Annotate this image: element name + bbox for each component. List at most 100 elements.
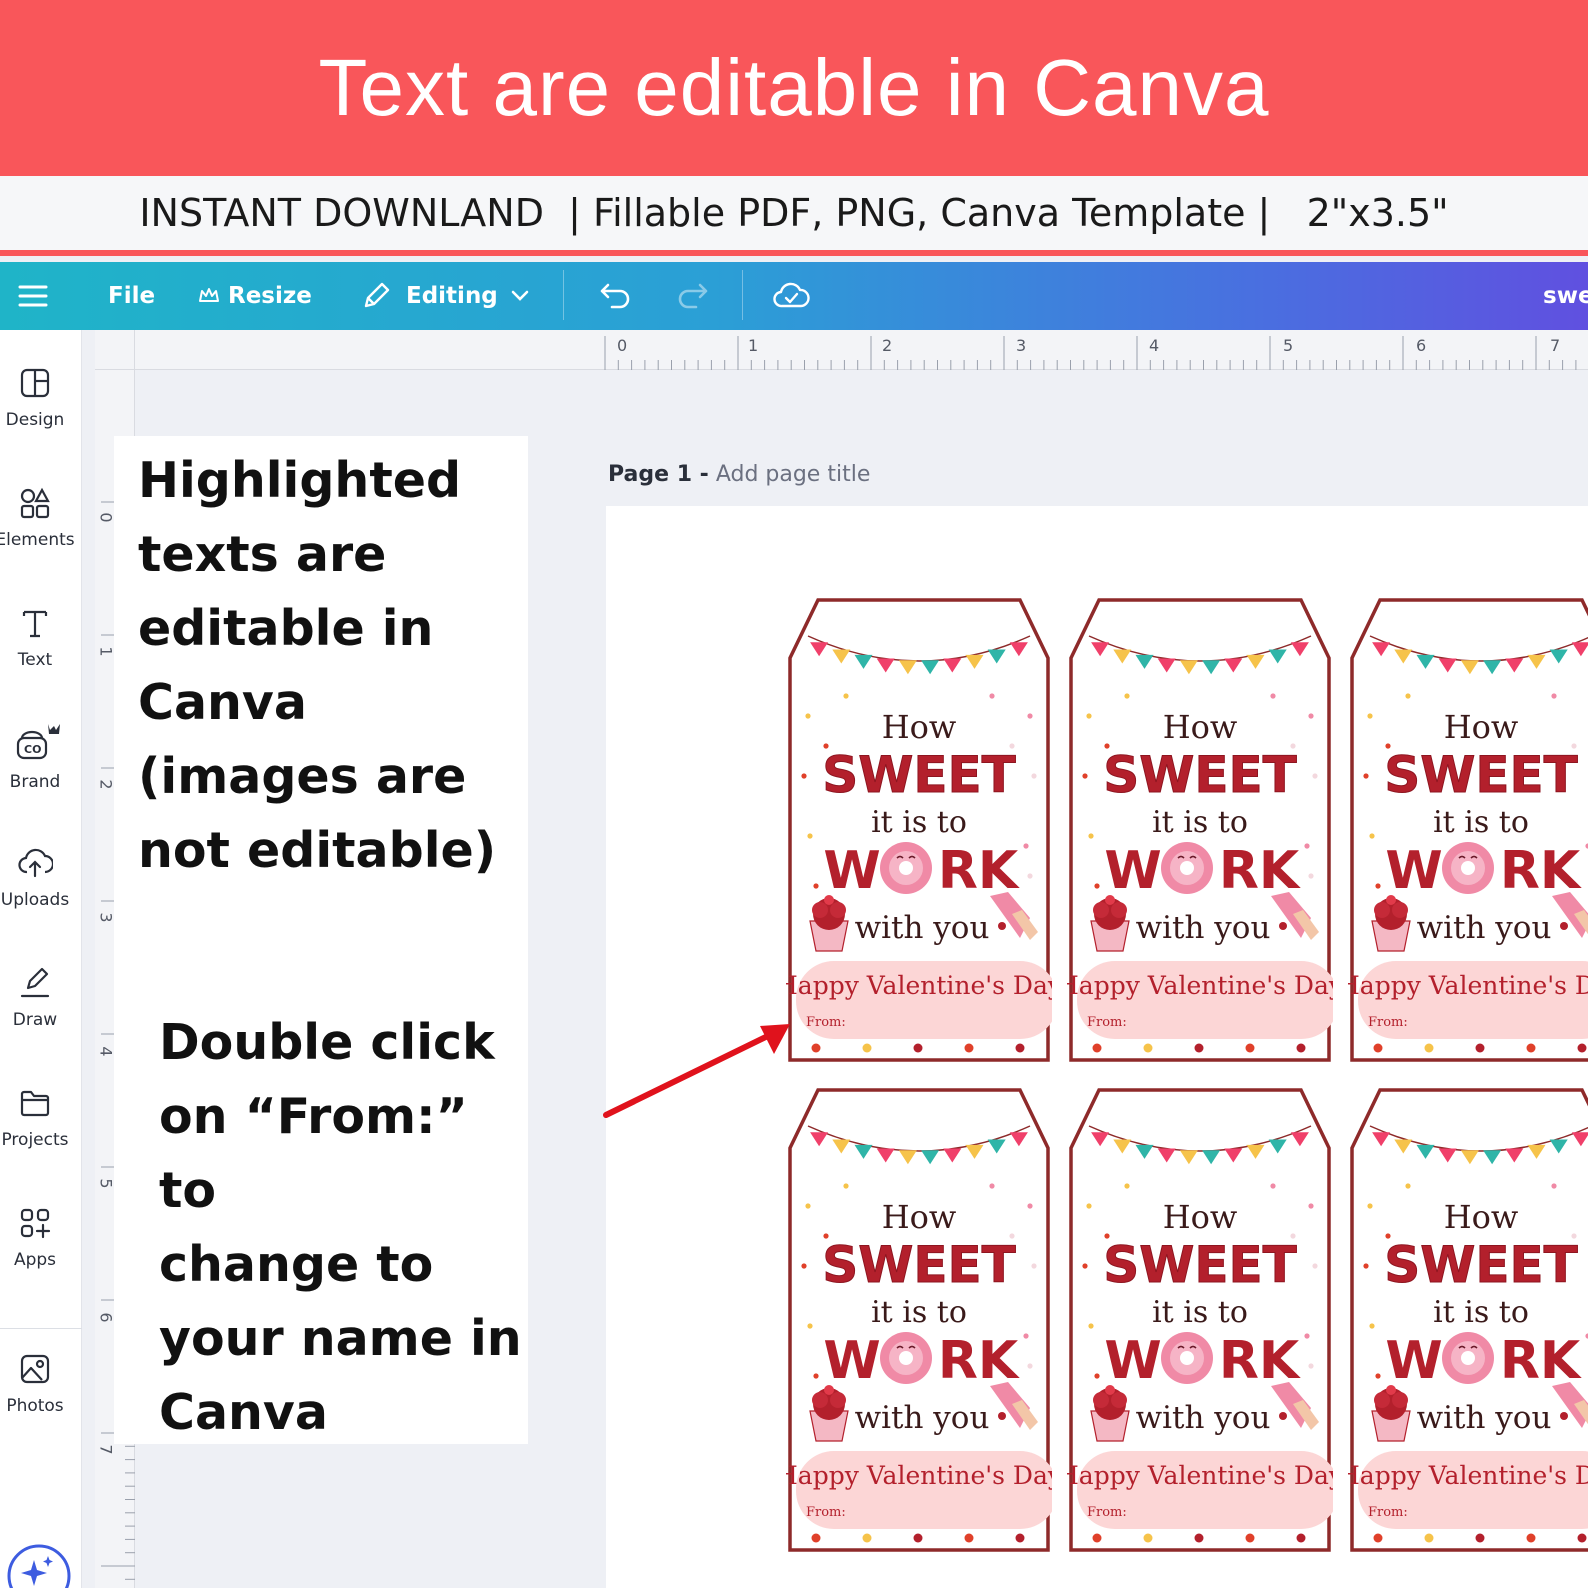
banner-title: Text are editable in Canva <box>318 43 1270 132</box>
sidebar-item-elements[interactable]: Elements <box>0 486 75 550</box>
gift-tag-6[interactable]: How SWEET it is to W RK with you Happy V… <box>1338 1086 1588 1554</box>
tag-line-itisto: it is to <box>1433 1295 1529 1330</box>
menu-button[interactable] <box>18 262 48 330</box>
document-title-text: swe <box>1543 283 1588 309</box>
tag-line-work-rk: RK <box>1500 841 1582 901</box>
tag-line-how: How <box>1163 1198 1238 1236</box>
gift-tag-1[interactable]: How SWEET it is to W RK with you Happy V… <box>776 596 1063 1064</box>
tag-line-work-w: W <box>1385 1331 1442 1391</box>
gift-tag-2[interactable]: How SWEET it is to W RK with you Happy V… <box>1057 596 1344 1064</box>
gift-tag-5[interactable]: How SWEET it is to W RK with you Happy V… <box>1057 1086 1344 1554</box>
sidebar-item-apps[interactable]: Apps <box>0 1206 70 1270</box>
save-status-button[interactable] <box>772 262 810 330</box>
tag-line-work-rk: RK <box>1219 1331 1301 1391</box>
tag-greeting: Happy Valentine's Day <box>786 971 1052 1000</box>
redo-icon <box>678 283 708 309</box>
sidebar-item-brand[interactable]: CO Brand <box>0 722 70 792</box>
tag-from-field[interactable]: From: <box>1368 1505 1408 1520</box>
redo-button[interactable] <box>676 262 710 330</box>
undo-button[interactable] <box>598 262 632 330</box>
gift-tag-graphic: How SWEET it is to W RK with you Happy V… <box>1057 1088 1344 1552</box>
ruler-horizontal[interactable]: 0 1 2 3 4 5 6 7 <box>135 330 1588 370</box>
tag-line-withyou: with you <box>1136 910 1271 946</box>
gift-tag-3[interactable]: How SWEET it is to W RK with you Happy V… <box>1338 596 1588 1064</box>
undo-icon <box>600 283 630 309</box>
tag-line-work-w: W <box>823 841 880 901</box>
donut-icon <box>1161 842 1213 894</box>
ruler-label: 6 <box>1416 336 1427 355</box>
tag-line-withyou: with you <box>1417 910 1552 946</box>
brand-icon: CO <box>16 724 60 760</box>
ruler-label: 7 <box>1550 336 1561 355</box>
tag-line-sweet: SWEET <box>822 746 1016 804</box>
resize-label: Resize <box>228 283 312 309</box>
ruler-label: 0 <box>617 336 628 355</box>
sidebar-item-label: Text <box>17 650 53 670</box>
sidebar-item-label: Design <box>5 410 65 430</box>
gift-tag-graphic: How SWEET it is to W RK with you Happy V… <box>1338 1088 1588 1552</box>
ruler-label: 2 <box>96 779 116 790</box>
sidebar-item-draw[interactable]: Draw <box>0 966 70 1030</box>
tag-line-how: How <box>882 1198 957 1236</box>
page-title-input[interactable]: Add page title <box>716 462 871 487</box>
tag-from-field[interactable]: From: <box>806 1505 846 1520</box>
tag-greeting: Happy Valentine's Day <box>1067 971 1333 1000</box>
sidebar-item-label: Projects <box>1 1130 69 1150</box>
hamburger-icon <box>18 285 48 307</box>
sidebar-item-design[interactable]: Design <box>0 366 70 430</box>
tag-line-withyou: with you <box>855 1400 990 1436</box>
instruction-text-editable: Highlighted texts are editable in Canva … <box>138 444 496 888</box>
donut-icon <box>880 1332 932 1384</box>
chevron-down-icon <box>511 290 529 301</box>
magic-button[interactable] <box>6 1538 72 1588</box>
page-number: Page 1 - <box>608 462 709 487</box>
tag-from-field[interactable]: From: <box>1368 1015 1408 1030</box>
resize-button[interactable]: Resize <box>198 262 312 330</box>
ruler-label: 5 <box>1283 336 1294 355</box>
cupcake-icon <box>809 1385 849 1442</box>
file-menu-button[interactable]: File <box>108 262 155 330</box>
ruler-label: 3 <box>96 912 116 923</box>
tag-line-withyou: with you <box>855 910 990 946</box>
tag-line-how: How <box>1444 708 1519 746</box>
instruction-line: not editable) <box>138 822 497 879</box>
gift-tag-4[interactable]: How SWEET it is to W RK with you Happy V… <box>776 1086 1063 1554</box>
instruction-line: texts are <box>138 526 387 583</box>
sidebar-item-uploads[interactable]: Uploads <box>0 846 70 910</box>
editing-mode-button[interactable]: Editing <box>360 262 530 330</box>
instruction-line: Canva <box>138 674 307 731</box>
sidebar-item-projects[interactable]: Projects <box>0 1086 70 1150</box>
gift-tag-graphic: How SWEET it is to W RK with you Happy V… <box>776 598 1063 1062</box>
toolbar-divider <box>742 270 743 320</box>
document-title[interactable]: swe <box>1543 262 1588 330</box>
ruler-horizontal-ticks <box>604 336 1577 370</box>
tag-line-work-rk: RK <box>938 1331 1020 1391</box>
cupcake-icon <box>1090 1385 1130 1442</box>
cupcake-icon <box>1371 1385 1411 1442</box>
instruction-text-from: Double click on “From:” to change to you… <box>159 1006 528 1450</box>
apps-icon <box>20 1208 51 1239</box>
tag-from-field[interactable]: From: <box>806 1015 846 1030</box>
sidebar-item-label: Apps <box>13 1250 57 1270</box>
text-icon <box>22 610 48 638</box>
instruction-line: change to <box>159 1236 434 1293</box>
left-sidebar: Design Elements Text CO Brand Uploads Dr… <box>0 330 82 1588</box>
design-icon <box>20 368 50 398</box>
instruction-line: Highlighted <box>138 452 462 509</box>
sidebar-item-label: Elements <box>0 530 75 550</box>
tag-from-field[interactable]: From: <box>1087 1505 1127 1520</box>
draw-icon <box>20 967 50 998</box>
instruction-card: Highlighted texts are editable in Canva … <box>114 436 528 1444</box>
tag-line-sweet: SWEET <box>1103 746 1297 804</box>
sidebar-item-text[interactable]: Text <box>0 606 70 670</box>
tag-from-field[interactable]: From: <box>1087 1015 1127 1030</box>
tag-greeting: Happy Valentine's Day <box>786 1461 1052 1490</box>
sidebar-item-label: Draw <box>12 1010 58 1030</box>
ruler-label: 0 <box>96 512 116 523</box>
tag-line-work-w: W <box>1385 841 1442 901</box>
ruler-label: 5 <box>96 1178 116 1189</box>
uploads-icon <box>18 848 53 878</box>
cupcake-icon <box>1090 895 1130 952</box>
sidebar-item-photos[interactable]: Photos <box>0 1352 70 1416</box>
tag-line-itisto: it is to <box>1152 1295 1248 1330</box>
